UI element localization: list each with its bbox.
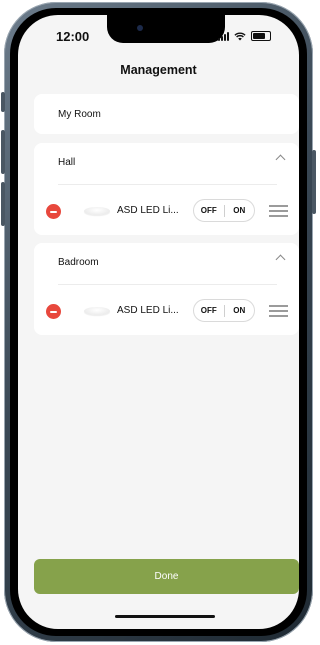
on-button[interactable]: ON [225,306,255,315]
device-name: ASD LED Li... [117,305,179,316]
status-time: 12:00 [56,29,90,44]
off-button[interactable]: OFF [194,306,224,315]
wifi-icon [234,32,246,40]
power-toggle: OFF ON [193,299,255,322]
power-toggle: OFF ON [193,199,255,222]
mute-switch [1,92,5,112]
room-name: Hall [58,157,76,168]
screen: 12:00 Management My Room Hall ASD LED Li… [18,15,299,629]
home-indicator [115,615,215,618]
drag-handle-icon[interactable] [269,305,288,317]
room-name: My Room [58,109,101,120]
on-button[interactable]: ON [225,206,255,215]
chevron-up-icon[interactable] [275,154,286,165]
divider [58,184,277,185]
remove-icon[interactable] [46,304,61,319]
room-card-hall: Hall ASD LED Li... OFF ON [34,143,299,235]
done-button[interactable]: Done [34,559,299,594]
signal-icon [218,31,229,41]
device-name: ASD LED Li... [117,205,179,216]
room-card-badroom: Badroom ASD LED Li... OFF ON [34,243,299,335]
chevron-up-icon[interactable] [275,254,286,265]
lamp-icon [84,207,110,215]
status-icons [218,31,271,41]
remove-icon[interactable] [46,204,61,219]
off-button[interactable]: OFF [194,206,224,215]
page-title: Management [120,63,197,77]
room-card-my-room[interactable]: My Room [34,94,299,134]
divider [58,284,277,285]
volume-down-button [1,182,5,226]
power-button [312,150,316,214]
lamp-icon [84,307,110,315]
device-row: ASD LED Li... OFF ON [34,295,299,327]
volume-up-button [1,130,5,174]
camera-icon [137,25,143,31]
notch [107,15,225,43]
device-row: ASD LED Li... OFF ON [34,195,299,227]
battery-icon [251,31,271,41]
drag-handle-icon[interactable] [269,205,288,217]
room-name: Badroom [58,257,99,268]
